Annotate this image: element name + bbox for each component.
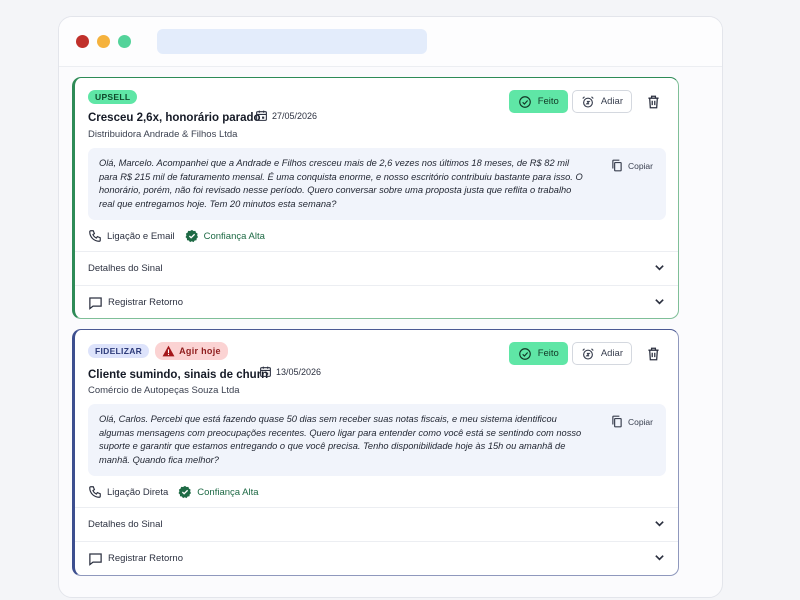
snooze-button[interactable]: Adiar xyxy=(571,90,632,113)
done-button[interactable]: Feito xyxy=(508,342,568,365)
copy-button[interactable]: Copiar xyxy=(611,159,653,172)
chat-bubble-icon xyxy=(89,552,102,566)
category-badge: UPSELL xyxy=(88,90,138,104)
card-date: 27/05/2026 xyxy=(255,109,317,122)
snooze-label: Adiar xyxy=(600,96,623,107)
verified-badge-icon xyxy=(185,229,198,243)
channel-text: Ligação e Email xyxy=(107,230,175,242)
contact-channel: Ligação e Email xyxy=(88,229,175,243)
confidence-text: Confiança Alta xyxy=(197,486,259,498)
done-label: Feito xyxy=(537,348,559,359)
confidence-indicator: Confiança Alta xyxy=(185,229,265,243)
card-date: 13/05/2026 xyxy=(259,365,321,378)
company-name: Comércio de Autopeças Souza Ltda xyxy=(88,385,240,396)
date-text: 13/05/2026 xyxy=(276,366,322,377)
copy-icon xyxy=(612,159,622,172)
calendar-icon xyxy=(256,110,267,121)
chevron-down-icon xyxy=(654,296,665,310)
done-button[interactable]: Feito xyxy=(508,90,568,113)
signal-details-toggle[interactable]: Detalhes do Sinal xyxy=(75,507,678,541)
alarm-clock-icon xyxy=(582,347,594,360)
delete-button[interactable] xyxy=(642,342,664,365)
date-text: 27/05/2026 xyxy=(272,110,318,121)
signal-details-toggle[interactable]: Detalhes do Sinal xyxy=(75,251,678,285)
register-return-text: Registrar Retorno xyxy=(108,297,183,308)
copy-label: Copiar xyxy=(627,416,653,427)
trash-icon xyxy=(647,95,659,108)
check-circle-icon xyxy=(518,95,531,108)
calendar-icon xyxy=(260,366,271,377)
phone-icon xyxy=(89,230,101,242)
register-return-label: Registrar Retorno xyxy=(88,296,654,310)
suggested-message-box: Olá, Marcelo. Acompanhei que a Andrade e… xyxy=(88,148,666,220)
phone-icon xyxy=(89,486,101,498)
maximize-window-button[interactable] xyxy=(118,35,131,48)
signal-details-label: Detalhes do Sinal xyxy=(88,263,163,274)
register-return-text: Registrar Retorno xyxy=(108,553,183,564)
card-badges: UPSELL xyxy=(88,90,138,104)
suggested-message: Olá, Marcelo. Acompanhei que a Andrade e… xyxy=(99,158,583,209)
chevron-down-icon xyxy=(654,262,665,276)
card-actions: Feito Adiar xyxy=(508,90,664,113)
confidence-indicator: Confiança Alta xyxy=(178,485,259,499)
confidence-text: Confiança Alta xyxy=(203,230,265,242)
suggested-message-box: Olá, Carlos. Percebi que está fazendo qu… xyxy=(88,404,666,476)
register-return-toggle[interactable]: Registrar Retorno xyxy=(75,285,678,318)
chat-bubble-icon xyxy=(89,296,102,310)
register-return-label: Registrar Retorno xyxy=(88,552,654,566)
warning-triangle-icon xyxy=(162,345,175,357)
task-card-upsell: UPSELL Cresceu 2,6x, honorário parado 27… xyxy=(72,77,679,319)
card-badges: FIDELIZAR Agir hoje xyxy=(88,342,228,360)
copy-label: Copiar xyxy=(627,160,653,171)
register-return-toggle[interactable]: Registrar Retorno xyxy=(75,541,678,575)
channel-text: Ligação Direta xyxy=(107,486,169,498)
close-window-button[interactable] xyxy=(76,35,89,48)
alarm-clock-icon xyxy=(582,95,594,108)
address-bar[interactable] xyxy=(157,29,427,54)
window-titlebar xyxy=(59,17,722,67)
delete-button[interactable] xyxy=(642,90,664,113)
urgency-label: Agir hoje xyxy=(179,346,221,356)
urgency-badge: Agir hoje xyxy=(155,342,228,360)
card-title: Cresceu 2,6x, honorário parado xyxy=(88,112,261,124)
category-badge: FIDELIZAR xyxy=(88,344,150,358)
trash-icon xyxy=(647,347,659,360)
card-title: Cliente sumindo, sinais de churn xyxy=(88,369,269,381)
task-card-fidelizar: FIDELIZAR Agir hoje Cliente sumindo, sin… xyxy=(72,329,679,576)
browser-window: UPSELL Cresceu 2,6x, honorário parado 27… xyxy=(58,16,723,598)
check-circle-icon xyxy=(518,347,531,360)
copy-button[interactable]: Copiar xyxy=(611,415,653,428)
verified-badge-icon xyxy=(178,485,192,499)
snooze-button[interactable]: Adiar xyxy=(571,342,632,365)
card-meta: Ligação e Email Confiança Alta xyxy=(88,229,265,243)
contact-channel: Ligação Direta xyxy=(88,485,168,499)
suggested-message: Olá, Carlos. Percebi que está fazendo qu… xyxy=(99,414,582,465)
snooze-label: Adiar xyxy=(600,348,623,359)
card-meta: Ligação Direta Confiança Alta xyxy=(88,485,259,499)
chevron-down-icon xyxy=(654,518,665,532)
done-label: Feito xyxy=(537,96,559,107)
card-actions: Feito Adiar xyxy=(508,342,664,365)
minimize-window-button[interactable] xyxy=(97,35,110,48)
chevron-down-icon xyxy=(654,552,665,566)
company-name: Distribuidora Andrade & Filhos Ltda xyxy=(88,129,238,140)
signal-details-label: Detalhes do Sinal xyxy=(88,519,163,530)
copy-icon xyxy=(612,415,622,428)
